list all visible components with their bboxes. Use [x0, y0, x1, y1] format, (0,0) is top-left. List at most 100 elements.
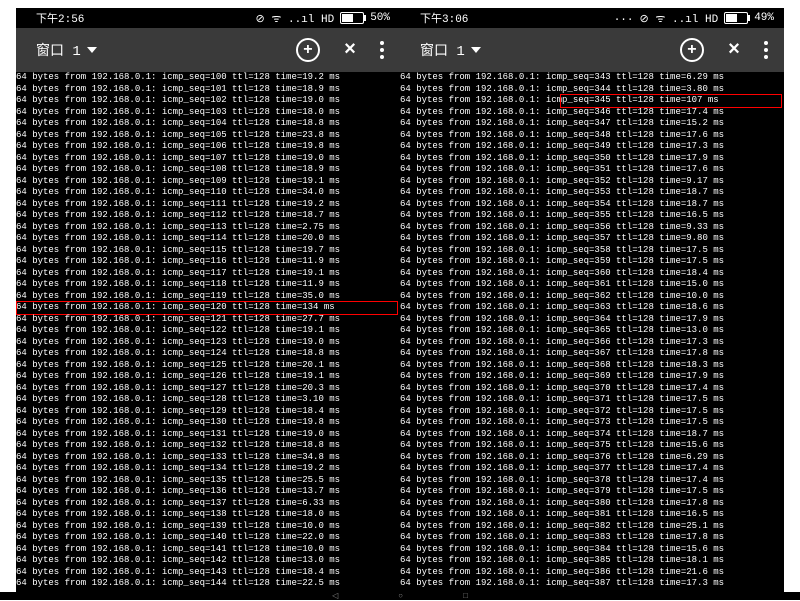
- ping-line: 64 bytes from 192.168.0.1: icmp_seq=121 …: [16, 314, 400, 326]
- ping-line: 64 bytes from 192.168.0.1: icmp_seq=142 …: [16, 555, 400, 567]
- menu-button[interactable]: [380, 41, 384, 59]
- ping-line: 64 bytes from 192.168.0.1: icmp_seq=387 …: [400, 578, 784, 590]
- home-button[interactable]: ○: [398, 592, 403, 601]
- chevron-down-icon: [471, 47, 481, 53]
- chevron-down-icon: [87, 47, 97, 53]
- ping-line: 64 bytes from 192.168.0.1: icmp_seq=139 …: [16, 521, 400, 533]
- ping-line: 64 bytes from 192.168.0.1: icmp_seq=373 …: [400, 417, 784, 429]
- recent-button[interactable]: □: [463, 592, 468, 601]
- ping-line: 64 bytes from 192.168.0.1: icmp_seq=123 …: [16, 337, 400, 349]
- ping-line: 64 bytes from 192.168.0.1: icmp_seq=372 …: [400, 406, 784, 418]
- ping-line: 64 bytes from 192.168.0.1: icmp_seq=131 …: [16, 429, 400, 441]
- ping-line: 64 bytes from 192.168.0.1: icmp_seq=377 …: [400, 463, 784, 475]
- ping-line: 64 bytes from 192.168.0.1: icmp_seq=367 …: [400, 348, 784, 360]
- status-time: 下午3:06: [400, 10, 614, 26]
- ping-line: 64 bytes from 192.168.0.1: icmp_seq=370 …: [400, 383, 784, 395]
- ping-line: 64 bytes from 192.168.0.1: icmp_seq=138 …: [16, 509, 400, 521]
- highlight-box: [560, 94, 782, 108]
- ping-line: 64 bytes from 192.168.0.1: icmp_seq=362 …: [400, 291, 784, 303]
- ping-line: 64 bytes from 192.168.0.1: icmp_seq=374 …: [400, 429, 784, 441]
- ping-line: 64 bytes from 192.168.0.1: icmp_seq=108 …: [16, 164, 400, 176]
- ping-line: 64 bytes from 192.168.0.1: icmp_seq=357 …: [400, 233, 784, 245]
- menu-button[interactable]: [764, 41, 768, 59]
- ping-line: 64 bytes from 192.168.0.1: icmp_seq=348 …: [400, 130, 784, 142]
- ping-line: 64 bytes from 192.168.0.1: icmp_seq=120 …: [16, 302, 400, 314]
- ping-line: 64 bytes from 192.168.0.1: icmp_seq=140 …: [16, 532, 400, 544]
- ping-line: 64 bytes from 192.168.0.1: icmp_seq=385 …: [400, 555, 784, 567]
- pane-left: 下午2:56 ⊘ ᯤ ..ıl HD 50% 窗口 1 + × 64 bytes…: [16, 8, 400, 592]
- ping-line: 64 bytes from 192.168.0.1: icmp_seq=383 …: [400, 532, 784, 544]
- ping-line: 64 bytes from 192.168.0.1: icmp_seq=133 …: [16, 452, 400, 464]
- ping-line: 64 bytes from 192.168.0.1: icmp_seq=378 …: [400, 475, 784, 487]
- ping-line: 64 bytes from 192.168.0.1: icmp_seq=360 …: [400, 268, 784, 280]
- ping-line: 64 bytes from 192.168.0.1: icmp_seq=354 …: [400, 199, 784, 211]
- ping-line: 64 bytes from 192.168.0.1: icmp_seq=106 …: [16, 141, 400, 153]
- android-nav-bar: ◁ ○ □: [0, 592, 800, 600]
- battery-text: 50%: [370, 12, 390, 24]
- ping-line: 64 bytes from 192.168.0.1: icmp_seq=127 …: [16, 383, 400, 395]
- add-button[interactable]: +: [296, 38, 320, 62]
- ping-line: 64 bytes from 192.168.0.1: icmp_seq=143 …: [16, 567, 400, 579]
- ping-line: 64 bytes from 192.168.0.1: icmp_seq=113 …: [16, 222, 400, 234]
- ping-line: 64 bytes from 192.168.0.1: icmp_seq=125 …: [16, 360, 400, 372]
- ping-line: 64 bytes from 192.168.0.1: icmp_seq=110 …: [16, 187, 400, 199]
- ping-line: 64 bytes from 192.168.0.1: icmp_seq=128 …: [16, 394, 400, 406]
- ping-line: 64 bytes from 192.168.0.1: icmp_seq=386 …: [400, 567, 784, 579]
- terminal-output[interactable]: 64 bytes from 192.168.0.1: icmp_seq=100 …: [16, 72, 400, 590]
- ping-line: 64 bytes from 192.168.0.1: icmp_seq=364 …: [400, 314, 784, 326]
- status-icons: ⊘ ᯤ ..ıl HD 50%: [256, 11, 400, 26]
- close-button[interactable]: ×: [728, 39, 740, 62]
- ping-line: 64 bytes from 192.168.0.1: icmp_seq=118 …: [16, 279, 400, 291]
- ping-line: 64 bytes from 192.168.0.1: icmp_seq=355 …: [400, 210, 784, 222]
- ping-line: 64 bytes from 192.168.0.1: icmp_seq=137 …: [16, 498, 400, 510]
- ping-line: 64 bytes from 192.168.0.1: icmp_seq=107 …: [16, 153, 400, 165]
- ping-line: 64 bytes from 192.168.0.1: icmp_seq=351 …: [400, 164, 784, 176]
- battery-text: 49%: [754, 12, 774, 24]
- terminal-output[interactable]: 64 bytes from 192.168.0.1: icmp_seq=343 …: [400, 72, 784, 590]
- ping-line: 64 bytes from 192.168.0.1: icmp_seq=144 …: [16, 578, 400, 590]
- ping-line: 64 bytes from 192.168.0.1: icmp_seq=350 …: [400, 153, 784, 165]
- ping-line: 64 bytes from 192.168.0.1: icmp_seq=346 …: [400, 107, 784, 119]
- signal-icon: ⊘ ᯤ ..ıl HD: [640, 11, 719, 26]
- window-selector[interactable]: 窗口 1: [400, 40, 481, 60]
- ping-line: 64 bytes from 192.168.0.1: icmp_seq=343 …: [400, 72, 784, 84]
- ping-line: 64 bytes from 192.168.0.1: icmp_seq=109 …: [16, 176, 400, 188]
- battery-icon: [340, 12, 364, 24]
- ping-line: 64 bytes from 192.168.0.1: icmp_seq=347 …: [400, 118, 784, 130]
- ping-line: 64 bytes from 192.168.0.1: icmp_seq=349 …: [400, 141, 784, 153]
- ping-line: 64 bytes from 192.168.0.1: icmp_seq=132 …: [16, 440, 400, 452]
- ping-line: 64 bytes from 192.168.0.1: icmp_seq=361 …: [400, 279, 784, 291]
- window-label: 窗口 1: [420, 40, 465, 60]
- signal-icon: ⊘ ᯤ ..ıl HD: [256, 11, 335, 26]
- ping-line: 64 bytes from 192.168.0.1: icmp_seq=366 …: [400, 337, 784, 349]
- close-button[interactable]: ×: [344, 39, 356, 62]
- ping-line: 64 bytes from 192.168.0.1: icmp_seq=104 …: [16, 118, 400, 130]
- ping-line: 64 bytes from 192.168.0.1: icmp_seq=105 …: [16, 130, 400, 142]
- ping-line: 64 bytes from 192.168.0.1: icmp_seq=381 …: [400, 509, 784, 521]
- top-bar: 窗口 1 + ×: [400, 28, 784, 72]
- ping-line: 64 bytes from 192.168.0.1: icmp_seq=135 …: [16, 475, 400, 487]
- ping-line: 64 bytes from 192.168.0.1: icmp_seq=115 …: [16, 245, 400, 257]
- ping-line: 64 bytes from 192.168.0.1: icmp_seq=358 …: [400, 245, 784, 257]
- ping-line: 64 bytes from 192.168.0.1: icmp_seq=130 …: [16, 417, 400, 429]
- window-selector[interactable]: 窗口 1: [16, 40, 97, 60]
- ping-line: 64 bytes from 192.168.0.1: icmp_seq=119 …: [16, 291, 400, 303]
- ping-line: 64 bytes from 192.168.0.1: icmp_seq=352 …: [400, 176, 784, 188]
- ping-line: 64 bytes from 192.168.0.1: icmp_seq=369 …: [400, 371, 784, 383]
- extra-icon: ...: [614, 12, 634, 24]
- ping-line: 64 bytes from 192.168.0.1: icmp_seq=345 …: [400, 95, 784, 107]
- ping-line: 64 bytes from 192.168.0.1: icmp_seq=371 …: [400, 394, 784, 406]
- battery-icon: [724, 12, 748, 24]
- window-label: 窗口 1: [36, 40, 81, 60]
- status-time: 下午2:56: [16, 10, 256, 26]
- ping-line: 64 bytes from 192.168.0.1: icmp_seq=356 …: [400, 222, 784, 234]
- ping-line: 64 bytes from 192.168.0.1: icmp_seq=363 …: [400, 302, 784, 314]
- add-button[interactable]: +: [680, 38, 704, 62]
- ping-line: 64 bytes from 192.168.0.1: icmp_seq=112 …: [16, 210, 400, 222]
- ping-line: 64 bytes from 192.168.0.1: icmp_seq=111 …: [16, 199, 400, 211]
- ping-line: 64 bytes from 192.168.0.1: icmp_seq=359 …: [400, 256, 784, 268]
- ping-line: 64 bytes from 192.168.0.1: icmp_seq=114 …: [16, 233, 400, 245]
- top-bar: 窗口 1 + ×: [16, 28, 400, 72]
- ping-line: 64 bytes from 192.168.0.1: icmp_seq=375 …: [400, 440, 784, 452]
- ping-line: 64 bytes from 192.168.0.1: icmp_seq=353 …: [400, 187, 784, 199]
